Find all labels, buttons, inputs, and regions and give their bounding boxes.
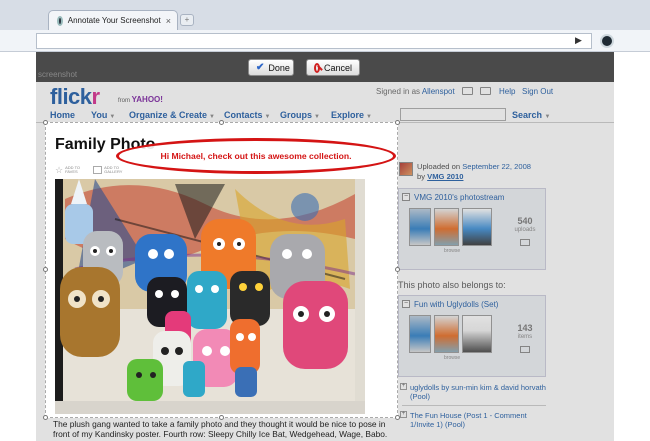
divider [402, 405, 546, 406]
resize-handle[interactable] [395, 267, 400, 272]
cancel-button[interactable]: Cancel [306, 59, 360, 76]
add-gallery-label: ADD TO GALLERY [104, 165, 123, 174]
collapse-icon[interactable]: − [402, 300, 410, 308]
set-count: 143 [517, 323, 533, 333]
photostream-thumb[interactable] [462, 208, 492, 246]
toolbar-watermark: screenshot [38, 70, 78, 79]
nav-organize[interactable]: Organize & Create ▼ [129, 110, 215, 120]
username-link[interactable]: Allenspot [422, 87, 455, 96]
resize-handle[interactable] [43, 267, 48, 272]
annotation-text[interactable]: Hi Michael, check out this awesome colle… [160, 151, 351, 161]
set-browse[interactable]: browse [444, 355, 460, 361]
photostream-thumb[interactable] [434, 208, 459, 246]
yahoo-logo: YAHOO! [131, 95, 163, 104]
pool-item[interactable]: + The Fun House (Post 1 - Comment 1/Invi… [400, 411, 546, 429]
address-bar: ▶ [0, 30, 650, 52]
tab-close-icon[interactable]: × [166, 16, 171, 26]
nav-home[interactable]: Home [50, 110, 75, 120]
flickr-page: flickr from YAHOO! Signed in as Allenspo… [36, 82, 614, 441]
done-button[interactable]: ✔ Done [248, 59, 294, 76]
nav-explore[interactable]: Explore ▼ [331, 110, 372, 120]
tab-favicon-icon [57, 15, 63, 26]
photo-actions: ☆ ADD TO FAVES ADD TO GALLERY [55, 165, 122, 175]
expand-icon[interactable]: + [400, 383, 407, 390]
checkmark-icon: ✔ [256, 62, 265, 73]
resize-handle[interactable] [395, 415, 400, 420]
resize-handle[interactable] [219, 415, 224, 420]
browser-tab[interactable]: Annotate Your Screenshot × [48, 10, 178, 30]
pool-item[interactable]: + uglydolls by sun-min kim & david horva… [400, 383, 546, 401]
photostream-browse[interactable]: browse [444, 248, 460, 254]
from-yahoo: from YAHOO! [118, 95, 163, 104]
extension-icon[interactable] [600, 34, 614, 48]
nav-you[interactable]: You ▼ [91, 110, 115, 120]
cancel-label: Cancel [323, 62, 352, 73]
help-link[interactable]: Help [499, 87, 515, 96]
set-thumb[interactable] [462, 315, 492, 353]
photostream-panel: − VMG 2010's photostream browse 540 uplo… [398, 188, 546, 270]
pool-title[interactable]: The Fun House (Post 1 - Comment 1/Invite… [410, 411, 527, 429]
browser-tabstrip: Annotate Your Screenshot × + [0, 0, 650, 30]
search-input[interactable] [400, 108, 506, 121]
set-count-label: items [517, 334, 533, 340]
new-tab-button[interactable]: + [180, 14, 194, 26]
from-text: from [118, 98, 130, 104]
star-icon: ☆ [55, 165, 64, 175]
photostream-count-label: uploads [514, 227, 536, 233]
url-input[interactable] [36, 33, 592, 49]
slideshow-icon[interactable] [520, 239, 530, 246]
annotation-toolbar: screenshot ✔ Done Cancel [36, 52, 614, 82]
resize-handle[interactable] [219, 120, 224, 125]
photostream-thumb[interactable] [409, 208, 431, 246]
author-avatar[interactable] [399, 162, 413, 176]
collapse-icon[interactable]: − [402, 193, 410, 201]
photostream-count: 540 [517, 216, 533, 226]
photo-caption: The plush gang wanted to take a family p… [53, 419, 388, 439]
resize-handle[interactable] [43, 120, 48, 125]
set-header[interactable]: − Fun with Uglydolls (Set) [399, 296, 545, 312]
go-arrow-icon[interactable]: ▶ [575, 35, 582, 46]
pool-title[interactable]: uglydolls by sun-min kim & david horvath… [410, 383, 546, 401]
signed-in-status: Signed in as Allenspot [376, 87, 455, 96]
main-nav: Home You ▼ Organize & Create ▼ Contacts ▼ G… [36, 106, 614, 123]
add-to-gallery-button[interactable]: ADD TO GALLERY [93, 166, 122, 174]
photostream-header[interactable]: − VMG 2010's photostream [399, 189, 545, 205]
annotation-ellipse[interactable]: Hi Michael, check out this awesome colle… [116, 138, 396, 174]
nav-contacts[interactable]: Contacts ▼ [224, 110, 270, 120]
add-faves-label: ADD TO FAVES [65, 165, 81, 174]
signed-in-prefix: Signed in as [376, 87, 421, 96]
gallery-icon [93, 166, 103, 174]
search-button[interactable]: Search ▼ [512, 110, 551, 120]
done-label: Done [268, 62, 290, 73]
author-link[interactable]: VMG 2010 [427, 172, 463, 181]
add-to-faves-button[interactable]: ☆ ADD TO FAVES [55, 165, 81, 175]
tab-title: Annotate Your Screenshot [67, 16, 161, 25]
belongs-heading: This photo also belongs to: [398, 280, 506, 290]
cart-icon[interactable] [462, 87, 473, 95]
resize-handle[interactable] [43, 415, 48, 420]
uglydolls-photo-image [55, 179, 365, 414]
expand-icon[interactable]: + [400, 411, 407, 418]
upload-date-link[interactable]: September 22, 2008 [462, 162, 531, 171]
set-panel: − Fun with Uglydolls (Set) browse 143 it… [398, 295, 546, 377]
nav-groups[interactable]: Groups ▼ [280, 110, 320, 120]
sign-out-link[interactable]: Sign Out [522, 87, 553, 96]
upload-info: Uploaded on September 22, 2008 by VMG 20… [417, 162, 532, 181]
set-title[interactable]: Fun with Uglydolls (Set) [414, 300, 498, 309]
set-thumb[interactable] [434, 315, 459, 353]
set-thumb[interactable] [409, 315, 431, 353]
slideshow-icon[interactable] [520, 346, 530, 353]
resize-handle[interactable] [395, 120, 400, 125]
photostream-title[interactable]: VMG 2010's photostream [414, 193, 504, 202]
mail-icon[interactable] [480, 87, 491, 95]
cancel-icon [314, 62, 320, 73]
main-photo[interactable] [55, 179, 365, 414]
